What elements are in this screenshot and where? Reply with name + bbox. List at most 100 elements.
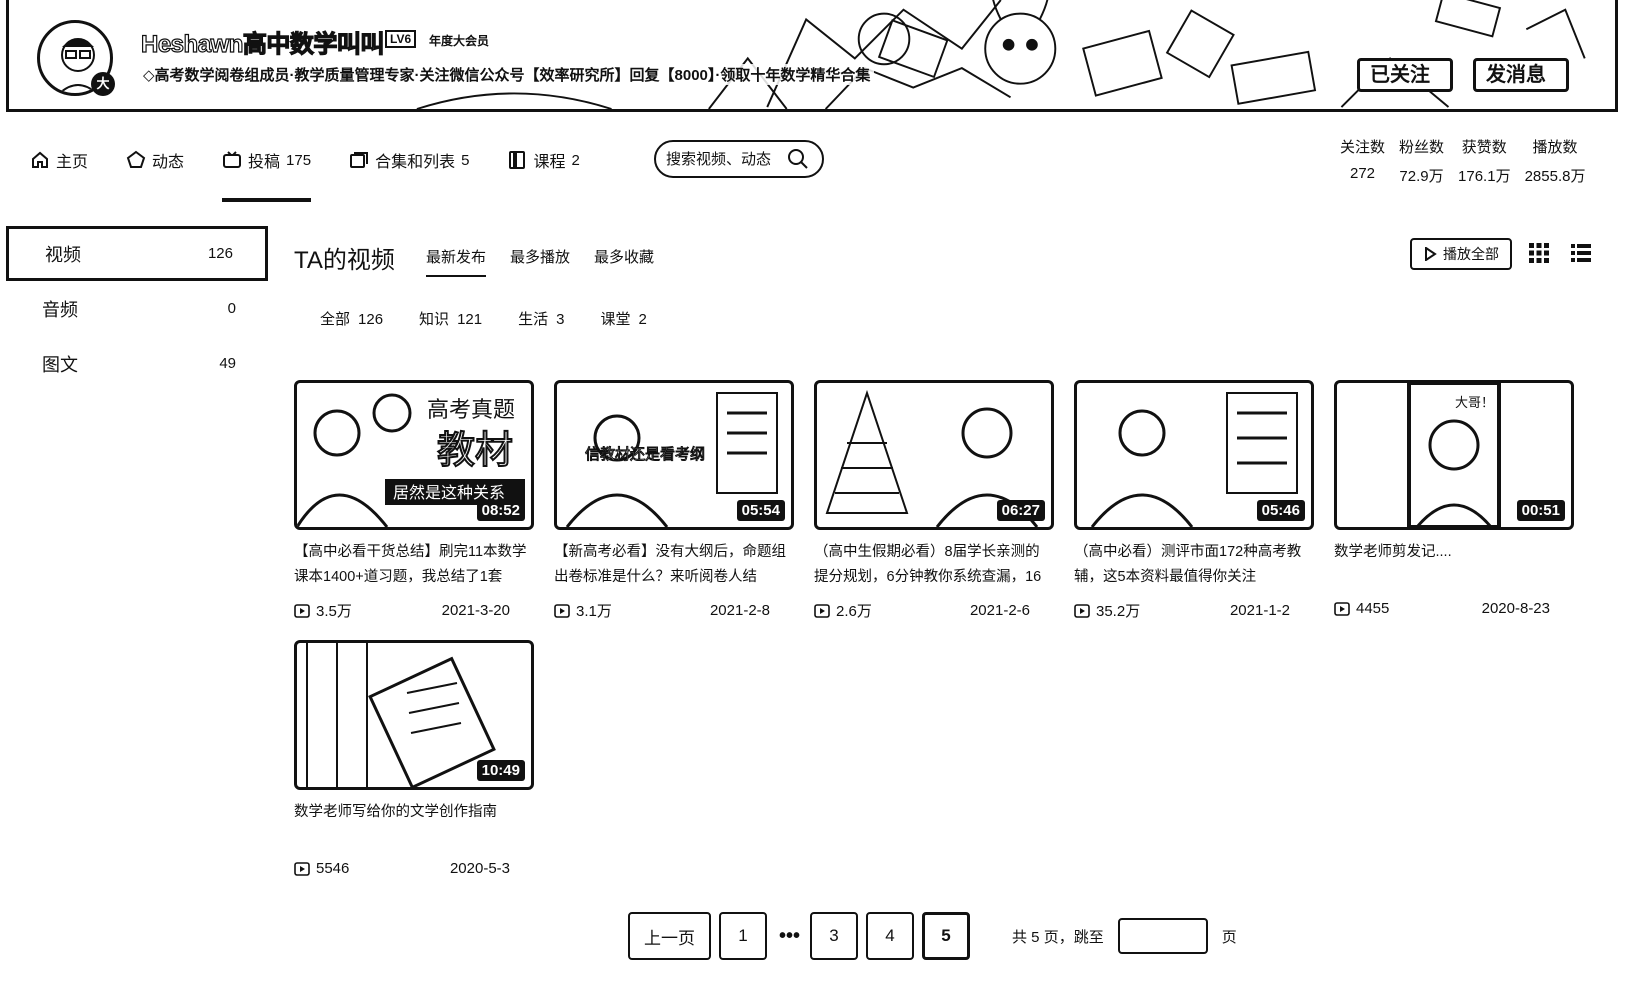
- filter-label: 生活: [518, 311, 549, 328]
- filter-label: 课堂: [600, 311, 631, 328]
- video-title[interactable]: 数学老师剪发记....: [1334, 540, 1574, 590]
- play-count-icon: [554, 603, 570, 618]
- sidebar-item-label: 视频: [45, 244, 81, 265]
- search-input[interactable]: [666, 150, 786, 168]
- video-plays: 4455: [1356, 600, 1390, 617]
- video-plays: 5546: [316, 860, 350, 877]
- filter-label: 知识: [419, 311, 450, 328]
- sidebar-item-video[interactable]: 视频 126: [6, 226, 268, 281]
- stat-followers[interactable]: 粉丝数 72.9万: [1399, 136, 1444, 186]
- sidebar-item-audio[interactable]: 音频 0: [6, 281, 268, 336]
- username[interactable]: Heshawn高中数学叫叫: [140, 24, 385, 59]
- page-button[interactable]: 1: [719, 912, 767, 960]
- video-card[interactable]: 信教材还是看考纲 05:54 【新高考必看】没有大纲后，命题组出卷标准是什么？来…: [554, 380, 794, 621]
- tab-collections-count: 5: [461, 151, 470, 169]
- avatar-badge: 大: [91, 72, 115, 96]
- sort-tab-most-favorited[interactable]: 最多收藏: [594, 246, 654, 277]
- video-duration: 00:51: [1516, 500, 1565, 521]
- total-pages-text: 共 5 页，跳至: [1012, 928, 1104, 946]
- play-all-button[interactable]: 播放全部: [1410, 238, 1512, 270]
- video-thumbnail[interactable]: 信教材还是看考纲 05:54: [554, 380, 794, 530]
- home-icon: [32, 151, 48, 168]
- video-meta: 3.1万 2021-2-8: [554, 600, 794, 621]
- stat-likes: 获赞数 176.1万: [1458, 136, 1511, 186]
- stat-following[interactable]: 关注数 272: [1340, 136, 1385, 186]
- current-page-button[interactable]: 5: [922, 912, 971, 960]
- profile-stats: 关注数 272 粉丝数 72.9万 获赞数 176.1万 播放数 2855.8万: [1340, 136, 1599, 186]
- video-thumbnail[interactable]: 06:27: [814, 380, 1054, 530]
- grid-view-icon[interactable]: [1528, 242, 1550, 264]
- profile-banner: 大 Heshawn高中数学叫叫 LV6 年度大会员 ◇高考数学阅卷组成员·教学质…: [6, 0, 1618, 112]
- filter-knowledge[interactable]: 知识 121: [419, 308, 482, 329]
- video-title[interactable]: 【新高考必看】没有大纲后，命题组出卷标准是什么？来听阅卷人结: [554, 540, 794, 590]
- follow-button[interactable]: 已关注: [1357, 58, 1453, 92]
- stat-label: 播放数: [1532, 139, 1578, 156]
- tv-icon: [223, 151, 242, 168]
- tab-collections-label: 合集和列表: [375, 154, 456, 171]
- video-card[interactable]: 05:46 （高中必看）测评市面172种高考教辅，这5本资料最值得你关注 35.…: [1074, 380, 1314, 621]
- page-suffix: 页: [1221, 928, 1237, 946]
- sort-tabs: 最新发布 最多播放 最多收藏: [426, 246, 678, 277]
- profile-nav: 主页 动态 投稿 175 合集和列表 5 课程 2: [30, 140, 618, 202]
- video-thumbnail[interactable]: 10:49: [294, 640, 534, 790]
- filter-count: 3: [556, 311, 565, 328]
- tab-dynamic-label: 动态: [152, 154, 185, 171]
- play-count-icon: [294, 861, 310, 876]
- stat-label: 关注数: [1340, 139, 1386, 156]
- video-duration: 05:54: [736, 500, 785, 521]
- video-thumbnail[interactable]: 大哥！ 00:51: [1334, 380, 1574, 530]
- svg-text:大哥！: 大哥！: [1455, 396, 1494, 411]
- page-jump-input[interactable]: [1117, 918, 1208, 954]
- sidebar-item-label: 图文: [42, 354, 78, 375]
- video-title[interactable]: 数学老师写给你的文学创作指南: [294, 800, 534, 850]
- video-card[interactable]: 10:49 数学老师写给你的文学创作指南 5546 2020-5-3: [294, 640, 534, 877]
- video-card[interactable]: 06:27 （高中生假期必看）8届学长亲测的提分规划，6分钟教你系统查漏，16 …: [814, 380, 1054, 621]
- more-options-icon[interactable]: ⋮: [1607, 55, 1615, 75]
- sidebar-item-count: 126: [207, 245, 233, 262]
- video-card[interactable]: 高考真题 居然是这种关系 教材 08:52 【高中必看干货总结】刷完11本数学课…: [294, 380, 534, 621]
- vip-badge: 年度大会员: [429, 32, 490, 49]
- play-icon: [1425, 247, 1437, 261]
- video-title[interactable]: 【高中必看干货总结】刷完11本数学课本1400+道习题，我总结了1套: [294, 540, 534, 590]
- tab-home-label: 主页: [56, 154, 89, 171]
- list-view-icon[interactable]: [1570, 242, 1592, 264]
- message-button[interactable]: 发消息: [1473, 58, 1569, 92]
- video-thumbnail[interactable]: 05:46: [1074, 380, 1314, 530]
- stat-label: 获赞数: [1461, 139, 1507, 156]
- tab-courses[interactable]: 课程 2: [507, 140, 580, 180]
- video-plays: 3.1万: [576, 603, 612, 620]
- video-duration: 08:52: [476, 500, 525, 521]
- play-count-icon: [814, 603, 830, 618]
- course-icon: [509, 151, 526, 169]
- tab-uploads[interactable]: 投稿 175: [222, 140, 312, 202]
- video-title[interactable]: （高中生假期必看）8届学长亲测的提分规划，6分钟教你系统查漏，16: [814, 540, 1054, 590]
- tab-collections[interactable]: 合集和列表 5: [349, 140, 469, 180]
- video-title[interactable]: （高中必看）测评市面172种高考教辅，这5本资料最值得你关注: [1074, 540, 1314, 590]
- stat-plays: 播放数 2855.8万: [1525, 136, 1586, 186]
- pentagon-icon: [126, 150, 146, 168]
- filter-life[interactable]: 生活 3: [518, 308, 564, 329]
- video-date: 2021-1-2: [1229, 602, 1290, 619]
- page-button[interactable]: 4: [866, 912, 915, 960]
- prev-page-button[interactable]: 上一页: [628, 912, 711, 960]
- sort-tab-most-played[interactable]: 最多播放: [510, 246, 570, 277]
- video-meta: 3.5万 2021-3-20: [294, 600, 534, 621]
- video-meta: 5546 2020-5-3: [294, 860, 534, 877]
- collection-icon: [350, 152, 369, 168]
- tab-home[interactable]: 主页: [30, 140, 88, 180]
- page-button[interactable]: 3: [810, 912, 859, 960]
- tab-uploads-label: 投稿: [248, 154, 281, 171]
- filter-class[interactable]: 课堂 2: [600, 308, 646, 329]
- tab-dynamic[interactable]: 动态: [126, 140, 184, 180]
- filter-all[interactable]: 全部 126: [320, 308, 383, 329]
- search-icon[interactable]: [786, 147, 810, 171]
- play-count-icon: [1074, 603, 1090, 618]
- sidebar-item-article[interactable]: 图文 49: [6, 336, 268, 391]
- tab-courses-label: 课程: [533, 154, 566, 171]
- video-thumbnail[interactable]: 高考真题 居然是这种关系 教材 08:52: [294, 380, 534, 530]
- pagination-ellipsis[interactable]: •••: [779, 925, 800, 948]
- sort-tab-latest[interactable]: 最新发布: [426, 246, 487, 277]
- level-badge: LV6: [385, 30, 417, 48]
- video-card[interactable]: 大哥！ 00:51 数学老师剪发记.... 4455 2020-8-23: [1334, 380, 1574, 617]
- video-date: 2021-2-6: [969, 602, 1030, 619]
